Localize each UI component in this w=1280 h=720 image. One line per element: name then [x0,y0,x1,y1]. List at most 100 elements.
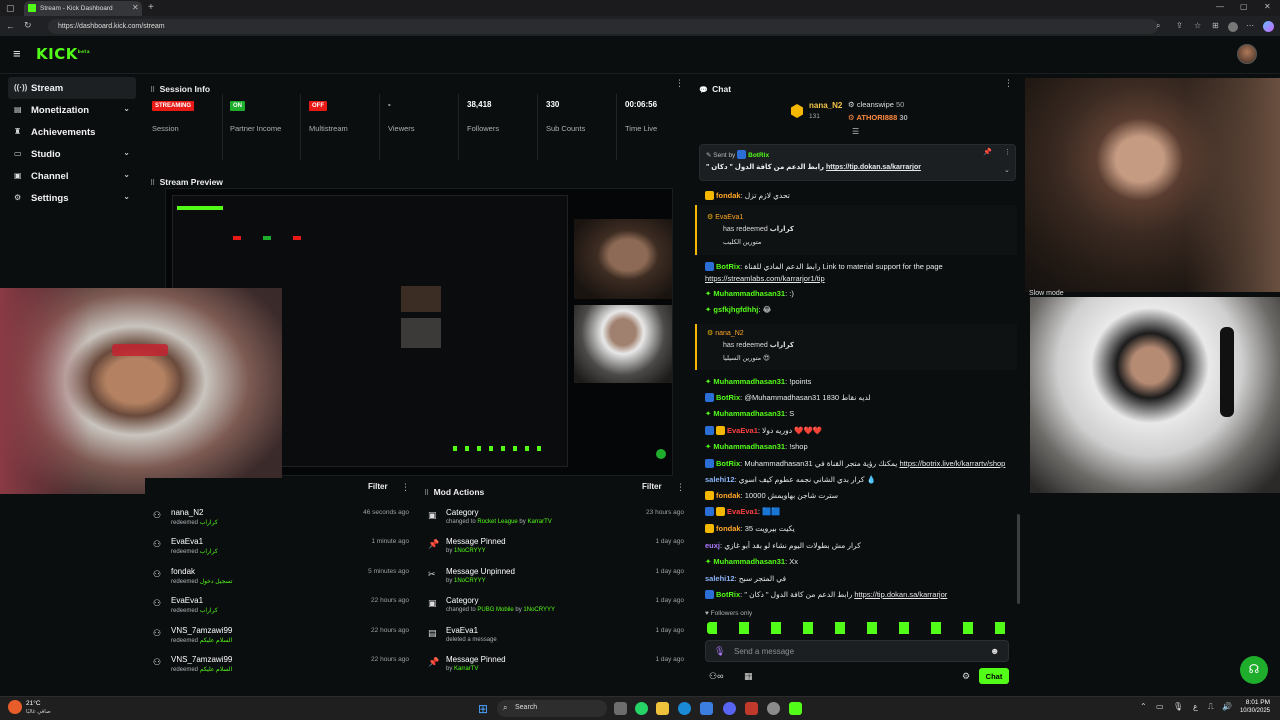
chat-message[interactable]: BotRix: Muhammadhasan31 يمكنك رؤية متجر … [705,459,1019,468]
mic-icon[interactable]: 🎙 [714,646,725,657]
language-indicator[interactable]: ع [1193,702,1198,711]
emote-bar[interactable] [707,622,1007,634]
tray-chevron-icon[interactable]: ⌃ [1140,702,1147,711]
hamburger-menu-icon[interactable]: ≡ [13,47,21,60]
list-item[interactable]: ▣ Category changed to PUBG Mobile by 1NoCR… [420,594,690,623]
store-icon[interactable] [700,702,713,715]
list-item[interactable]: ▣ Category changed to Rocket League by Kar… [420,506,690,535]
list-item[interactable]: 📌 Message Pinned by KarrarTV 1 day ago [420,653,690,682]
settings-app-icon[interactable] [767,702,780,715]
chat-message[interactable]: BotRix: " رابط الدعم من كافة الدول " دكا… [705,590,1019,599]
chat-message[interactable]: fondak: تحدي لازم تزل [705,191,1019,200]
pinned-more-icon[interactable]: ⋮ [1004,149,1011,156]
mod-filter-button[interactable]: Filter [642,482,662,491]
events-filter-button[interactable]: Filter [368,482,388,491]
tray-mic-icon[interactable]: 🎙 [1173,702,1183,711]
list-item[interactable]: ▤ EvaEva1 deleted a message 1 day ago [420,624,690,653]
new-tab-icon[interactable]: + [148,3,154,13]
gifter-2[interactable]: ⚙ cleanswipe 50 [848,100,904,109]
task-view-icon[interactable] [614,702,627,715]
chat-scrollbar[interactable] [1017,514,1020,604]
chat-message[interactable]: EvaEva1: دوريه دولا ❤️❤️❤️ [705,426,1019,435]
mod-more-icon[interactable]: ⋮ [676,483,685,492]
chat-settings-gear-icon[interactable]: ⚙ [962,671,970,682]
calendar-icon[interactable]: ▦ [744,671,753,682]
window-close-icon[interactable]: ✕ [1264,3,1271,11]
list-item[interactable]: ⚇ EvaEva1 redeemed كراراب 22 hours ago [145,594,415,623]
zoom-icon[interactable]: ⌕ [1156,22,1160,30]
sidebar-item-monetization[interactable]: ▤ Monetization ⌄ [8,99,136,121]
tab-actions-icon[interactable]: ▢ [6,4,15,13]
weather-icon[interactable] [8,700,22,714]
redeem-card[interactable]: ⚙ EvaEva1 has redeemed كراراب متورين الك… [695,205,1017,255]
chat-message[interactable]: https://streamlabs.com/karrarjor1/tip [705,274,1019,283]
clock-time[interactable]: 8:01 PM [1240,699,1270,706]
top-gifter-name[interactable]: nana_N2 [809,101,842,110]
chat-message[interactable]: salehi12: في المتجر سبح [705,574,1019,583]
copilot-icon[interactable] [1263,21,1274,32]
sidebar-item-settings[interactable]: ⚙ Settings ⌄ [8,187,136,209]
sidebar-item-stream[interactable]: ((·)) Stream [8,77,136,99]
chat-more-icon[interactable]: ⋮ [1004,79,1013,88]
chat-message[interactable]: ✦ Muhammadhasan31: S [705,409,1019,418]
points-icon[interactable]: ⚇∞ [709,671,723,682]
chevron-down-icon[interactable]: ⌄ [1004,167,1010,174]
app-icon[interactable] [745,702,758,715]
reload-icon[interactable]: ↻ [24,21,32,30]
list-item[interactable]: ✂ Message Unpinned by 1NoCRYYY 1 day ago [420,565,690,594]
chat-message[interactable]: euxj: كرار مش بطولات اليوم نشاء لو بقد أ… [705,541,1019,550]
browser-tab[interactable]: Stream - Kick Dashboard [24,1,142,16]
list-item[interactable]: 📌 Message Pinned by 1NoCRYYY 1 day ago [420,535,690,564]
list-item[interactable]: ⚇ nana_N2 redeemed كراراب 46 seconds ago [145,506,415,535]
chat-message[interactable]: BotRix: @Muhammadhasan31 1830 لديه نقاط [705,393,1019,402]
bookmarks-icon[interactable]: ⊞ [1212,22,1219,30]
chat-message[interactable]: EvaEva1: 🟦🟦 [705,507,1019,516]
tab-close-icon[interactable]: ✕ [132,4,139,12]
network-icon[interactable]: ⎍ [1208,702,1214,712]
support-chat-icon[interactable]: ☊ [1240,656,1268,684]
windows-start-icon[interactable]: ⊞ [478,702,488,716]
chat-message[interactable]: ✦ Muhammadhasan31: Xx [705,557,1019,566]
sidebar-item-achievements[interactable]: ♜ Achievements [8,121,136,143]
share-icon[interactable]: ⇪ [1176,22,1183,30]
session-more-icon[interactable]: ⋮ [675,79,684,88]
chat-message[interactable]: salehi12: كرار بدي الشاني نجمه عطوم كيف … [705,475,1019,484]
chat-message[interactable]: ✦ Muhammadhasan31: !shop [705,442,1019,451]
chat-send-button[interactable]: Chat [979,668,1009,684]
minimize-icon[interactable]: — [1216,3,1224,11]
chat-message[interactable]: ✦ gsfkjhgfdhhj: 😂 [705,305,1019,314]
pin-icon[interactable]: 📌 [983,149,992,156]
profile-avatar[interactable] [1228,22,1238,32]
chat-message[interactable]: BotRix: رابط الدعم المادي للقناة Link to… [705,262,1019,271]
kick-logo[interactable]: KICKbeta [36,45,90,63]
address-bar[interactable]: https://dashboard.kick.com/stream [48,19,1158,34]
volume-icon[interactable]: 🔊 [1222,702,1232,711]
list-item[interactable]: ⚇ VNS_7amzawi99 redeemed السلام عليكم 22 ho… [145,653,415,682]
sidebar-item-studio[interactable]: ▭ Studio ⌄ [8,143,136,165]
chat-message[interactable]: ✦ Muhammadhasan31: :) [705,289,1019,298]
clock-date[interactable]: 10/30/2025 [1234,708,1270,714]
redeem-card[interactable]: ⚙ nana_N2 has redeemed كراراب متورين الس… [695,324,1017,370]
back-icon[interactable]: ← [6,22,15,31]
list-item[interactable]: ⚇ fondak redeemed تسجيل دخول 5 minutes ago [145,565,415,594]
edge-icon[interactable] [678,702,691,715]
leaderboard-toggle-icon[interactable]: ☰ [852,128,859,136]
discord-icon[interactable] [723,702,736,715]
list-item[interactable]: ⚇ EvaEva1 redeemed كراراب 1 minute ago [145,535,415,564]
pinned-message[interactable]: ✎ Sent by BotRix " رابط الدعم من كافة ال… [699,144,1016,181]
emoji-icon[interactable]: ☻ [990,646,999,656]
gifter-3[interactable]: ⚙ ATHORI888 30 [848,113,908,122]
chat-message[interactable]: fondak: 35 يكيت بيرويت [705,524,1019,533]
bookmark-star-icon[interactable]: ☆ [1194,22,1201,30]
whatsapp-icon[interactable] [635,702,648,715]
chat-message[interactable]: fondak: 10000 سترت شاجن بهاويمش [705,491,1019,500]
kick-app-icon[interactable] [789,702,802,715]
tray-app-icon[interactable]: ▭ [1156,702,1164,711]
maximize-icon[interactable]: ▢ [1240,3,1248,11]
list-item[interactable]: ⚇ VNS_7amzawi99 redeemed السلام عليكم 22 ho… [145,624,415,653]
taskbar-search[interactable]: ⌕ Search [497,700,607,717]
file-explorer-icon[interactable] [656,702,669,715]
user-avatar[interactable] [1237,44,1257,64]
more-menu-icon[interactable]: ⋯ [1246,22,1254,30]
chat-message[interactable]: ✦ Muhammadhasan31: !points [705,377,1019,386]
